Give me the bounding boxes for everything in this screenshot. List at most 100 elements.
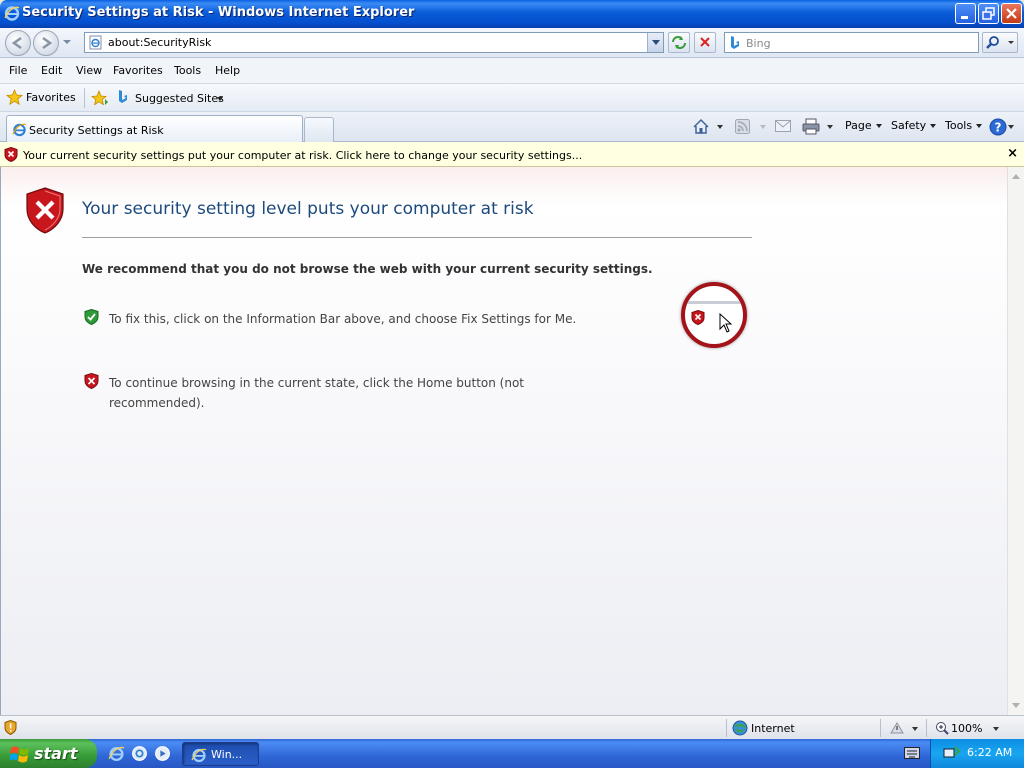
read-mail-icon[interactable] [775, 120, 791, 133]
start-label: start [34, 744, 78, 763]
page-heading: Your security setting level puts your co… [82, 199, 534, 219]
taskbar-item-ie-window[interactable]: Win... [182, 742, 259, 766]
menu-tools[interactable]: Tools [174, 64, 201, 77]
taskbar: start Win... 6:22 AM [0, 739, 1024, 768]
zoom-icon [936, 722, 949, 735]
recent-pages-dropdown[interactable] [63, 40, 71, 44]
information-bar-close-button[interactable]: × [1007, 146, 1018, 161]
favorites-bar: Favorites Suggested Sites [0, 84, 1024, 112]
page-menu-label: Page [845, 119, 872, 132]
protected-mode-icon[interactable] [889, 721, 905, 735]
recommendation-text: We recommend that you do not browse the … [82, 262, 653, 276]
back-arrow-icon [11, 36, 22, 50]
favorites-separator [84, 88, 85, 108]
fix-instruction-text: To fix this, click on the Information Ba… [109, 312, 577, 326]
menu-bar: File Edit View Favorites Tools Help [0, 58, 1024, 84]
globe-icon [732, 720, 748, 736]
print-dropdown[interactable] [827, 125, 833, 129]
tools-menu-button[interactable]: Tools [945, 119, 983, 132]
menu-file[interactable]: File [9, 64, 27, 77]
mouse-pointer-icon [719, 313, 733, 333]
new-tab-button[interactable] [304, 117, 334, 142]
status-divider [726, 719, 727, 737]
taskbar-item-label: Win... [211, 748, 243, 761]
address-field[interactable]: about:SecurityRisk [84, 32, 664, 53]
page-menu-button[interactable]: Page [845, 119, 882, 132]
address-toolbar: about:SecurityRisk Bing [0, 28, 1024, 58]
tools-menu-label: Tools [945, 119, 973, 132]
scroll-down-arrow-icon[interactable] [1012, 703, 1020, 708]
start-button[interactable]: start [0, 739, 97, 768]
information-bar-message: Your current security settings put your … [23, 149, 583, 162]
address-url: about:SecurityRisk [108, 36, 212, 49]
callout-info-bar-strip [685, 301, 743, 304]
bing-icon [731, 36, 739, 49]
stop-icon [700, 37, 710, 47]
zoom-level[interactable]: 100% [951, 722, 982, 735]
scroll-up-arrow-icon[interactable] [1012, 174, 1020, 179]
search-field[interactable]: Bing [724, 32, 979, 53]
ie-icon [12, 123, 27, 137]
title-bar: Security Settings at Risk - Windows Inte… [0, 0, 1024, 28]
compatibility-view-button[interactable] [668, 32, 690, 53]
vertical-scrollbar[interactable] [1007, 167, 1024, 715]
address-dropdown-button[interactable] [647, 33, 663, 52]
search-icon [986, 36, 1014, 49]
protected-mode-dropdown[interactable] [912, 727, 918, 731]
status-divider [880, 719, 881, 737]
tray-network-icon[interactable] [943, 745, 960, 761]
suggested-sites-label: Suggested Sites [135, 92, 224, 105]
home-dropdown[interactable] [717, 125, 723, 129]
help-dropdown[interactable] [1008, 125, 1014, 129]
menu-help[interactable]: Help [215, 64, 240, 77]
restore-button[interactable] [978, 3, 999, 24]
add-to-favorites-bar-button[interactable] [90, 89, 109, 107]
tray-keyboard-icon[interactable] [904, 747, 920, 760]
chevron-down-icon [875, 124, 882, 128]
stop-button[interactable] [694, 32, 716, 53]
continue-instruction-text: To continue browsing in the current stat… [109, 376, 525, 410]
print-icon[interactable] [802, 118, 820, 135]
heading-divider [82, 237, 752, 238]
information-bar[interactable]: Your current security settings put your … [0, 142, 1024, 167]
zoom-dropdown[interactable] [993, 727, 999, 731]
forward-button[interactable] [33, 30, 59, 56]
chevron-down-icon [930, 124, 937, 128]
suggested-sites-button[interactable]: Suggested Sites [117, 89, 227, 107]
quick-launch-browser-icon[interactable] [131, 745, 148, 762]
close-button[interactable] [1001, 3, 1022, 24]
search-button[interactable] [982, 32, 1018, 53]
favorites-button[interactable]: Favorites [5, 89, 77, 107]
minimize-button[interactable] [955, 3, 976, 24]
menu-edit[interactable]: Edit [41, 64, 62, 77]
safety-menu-button[interactable]: Safety [891, 119, 937, 132]
quick-launch-ie-icon[interactable] [108, 745, 125, 762]
menu-view[interactable]: View [76, 64, 102, 77]
green-shield-check-icon [84, 309, 99, 325]
menu-favorites[interactable]: Favorites [113, 64, 163, 77]
security-status-shield-icon[interactable] [4, 720, 17, 735]
help-icon[interactable]: ? [989, 118, 1007, 136]
safety-menu-label: Safety [891, 119, 927, 132]
system-tray: 6:22 AM [930, 739, 1024, 768]
page-icon [89, 35, 102, 50]
add-favorite-star-icon [90, 89, 108, 106]
close-icon [1006, 8, 1017, 19]
back-button[interactable] [5, 30, 31, 56]
search-placeholder: Bing [746, 37, 771, 50]
system-clock[interactable]: 6:22 AM [967, 746, 1012, 759]
forward-arrow-icon [42, 36, 53, 50]
tab-security-settings[interactable]: Security Settings at Risk [6, 115, 303, 142]
star-icon [6, 89, 23, 106]
security-zone-label: Internet [751, 722, 795, 735]
quick-launch-media-icon[interactable] [154, 745, 171, 762]
favorites-label: Favorites [26, 91, 76, 104]
home-icon[interactable] [692, 118, 710, 135]
chevron-down-icon [217, 97, 223, 101]
red-shield-icon [691, 310, 705, 325]
feeds-icon[interactable] [735, 119, 750, 134]
svg-text:?: ? [995, 121, 1002, 135]
security-warning-shield-icon [26, 187, 64, 234]
feeds-dropdown[interactable] [760, 125, 766, 129]
page-content [0, 167, 1007, 715]
